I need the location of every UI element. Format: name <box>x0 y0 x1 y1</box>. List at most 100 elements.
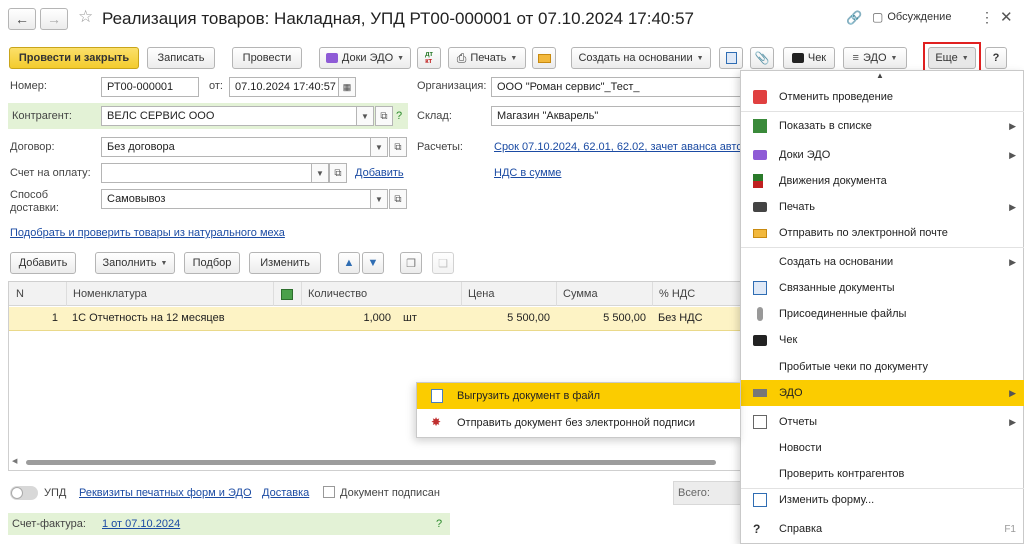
post-button[interactable]: Провести <box>232 47 302 69</box>
more-menu-item[interactable]: Пробитые чеки по документу <box>741 354 1024 380</box>
row-item: 1С Отчетность на 12 месяцев <box>72 312 225 324</box>
edo-button[interactable]: ≡ ЭДО ▼ <box>843 47 907 69</box>
more-menu-item[interactable]: Доки ЭДО ▶ <box>741 142 1024 168</box>
col-header-n[interactable]: N <box>10 282 60 306</box>
invoice-open-button[interactable]: ⧉ <box>329 163 347 183</box>
col-header-vat[interactable]: % НДС <box>652 282 740 306</box>
help-icon: ? <box>753 522 761 536</box>
col-header-qty[interactable]: Количество <box>301 282 461 306</box>
scroll-left-icon[interactable]: ◀ <box>12 457 17 465</box>
delivery-field[interactable]: Самовывоз <box>101 189 373 209</box>
pick-button[interactable]: Подбор <box>184 252 240 274</box>
more-menu-item[interactable]: ? Справка F1 <box>741 516 1024 542</box>
date-field[interactable]: 07.10.2024 17:40:57 <box>229 77 339 97</box>
invoice-help-icon[interactable]: ? <box>436 518 442 530</box>
organization-label: Организация: <box>417 80 487 92</box>
scrollbar-thumb[interactable] <box>26 460 716 465</box>
more-menu-item[interactable]: Чек <box>741 327 1024 353</box>
open-icon: ⧉ <box>394 193 402 205</box>
more-menu-item[interactable]: Отменить проведение <box>741 84 1024 110</box>
check-button[interactable]: Чек <box>783 47 835 69</box>
invoice-bar-link[interactable]: 1 от 07.10.2024 <box>102 518 180 530</box>
more-menu-item[interactable]: Проверить контрагентов <box>741 461 1024 487</box>
linked-docs-button[interactable] <box>719 47 743 69</box>
email-button[interactable] <box>532 47 556 69</box>
menu-scroll-up-icon[interactable]: ▲ <box>876 71 884 80</box>
more-menu-item-label: Проверить контрагентов <box>779 468 905 480</box>
print-button[interactable]: ⎙ Печать ▼ <box>448 47 526 69</box>
fur-goods-link[interactable]: Подобрать и проверить товары из натураль… <box>10 227 285 239</box>
cash-register-icon <box>791 53 804 63</box>
more-menu-item[interactable]: Присоединенные файлы <box>741 301 1024 327</box>
change-button[interactable]: Изменить <box>249 252 321 274</box>
more-menu-item[interactable]: ЭДО ▶ <box>741 380 1024 406</box>
contract-dropdown[interactable]: ▼ <box>370 137 388 157</box>
submenu-item-export[interactable]: Выгрузить документ в файл <box>417 383 740 409</box>
more-menu-item[interactable]: Связанные документы <box>741 275 1024 301</box>
printer-icon <box>753 202 767 212</box>
chevron-down-icon: ▼ <box>316 168 324 178</box>
save-button[interactable]: Записать <box>147 47 215 69</box>
back-button[interactable]: ← <box>8 8 36 30</box>
linked-docs-icon <box>753 281 767 295</box>
vat-link[interactable]: НДС в сумме <box>494 167 561 179</box>
help-button[interactable]: ? <box>985 47 1007 69</box>
copy-rows-button[interactable]: ❐ <box>400 252 422 274</box>
delivery-link[interactable]: Доставка <box>262 487 309 499</box>
create-based-button[interactable]: Создать на основании ▼ <box>571 47 711 69</box>
paste-rows-button[interactable]: ❏ <box>432 252 454 274</box>
more-button[interactable]: Еще ▼ <box>928 47 976 69</box>
more-menu-item[interactable]: Показать в списке ▶ <box>741 113 1024 139</box>
horizontal-scrollbar[interactable]: ◀ <box>12 457 737 467</box>
contract-open-button[interactable]: ⧉ <box>389 137 407 157</box>
move-up-button[interactable]: ▲ <box>338 252 360 274</box>
calendar-button[interactable]: ▦ <box>338 77 356 97</box>
attachments-button[interactable]: 📎 <box>750 47 774 69</box>
invoice-field[interactable] <box>101 163 313 183</box>
forward-button[interactable]: → <box>40 8 68 30</box>
post-and-close-button[interactable]: Провести и закрыть <box>9 47 139 69</box>
link-icon[interactable]: 🔗 <box>846 10 862 26</box>
number-field[interactable]: РТ00-000001 <box>101 77 199 97</box>
more-menu-item[interactable]: Печать ▶ <box>741 194 1024 220</box>
add-row-button[interactable]: Добавить <box>10 252 76 274</box>
col-header-marking[interactable] <box>273 282 300 306</box>
docs-edo-button[interactable]: Доки ЭДО ▼ <box>319 47 411 69</box>
counterparty-dropdown[interactable]: ▼ <box>356 106 374 126</box>
dt-kt-button[interactable]: дт кт <box>417 47 441 69</box>
signed-checkbox[interactable] <box>323 486 335 498</box>
delivery-dropdown[interactable]: ▼ <box>370 189 388 209</box>
window-menu-icon[interactable]: ⋮ <box>980 9 994 26</box>
col-header-sum[interactable]: Сумма <box>556 282 652 306</box>
submenu-item-send-unsigned[interactable]: ✸ Отправить документ без электронной под… <box>417 410 740 436</box>
organization-field[interactable]: ООО "Роман сервис"_Тест_ <box>491 77 741 97</box>
more-menu-item[interactable]: Изменить форму... <box>741 487 1024 513</box>
more-menu-item[interactable]: Создать на основании ▶ <box>741 249 1024 275</box>
row-sum: 5 500,00 <box>603 312 646 324</box>
more-menu-item[interactable]: Отправить по электронной почте <box>741 220 1024 246</box>
col-header-item[interactable]: Номенклатура <box>66 282 271 306</box>
contract-field[interactable]: Без договора <box>101 137 373 157</box>
warehouse-field[interactable]: Магазин "Акварель" <box>491 106 741 126</box>
counterparty-help-icon[interactable]: ? <box>396 110 402 122</box>
invoice-dropdown[interactable]: ▼ <box>311 163 329 183</box>
favorite-star-icon[interactable]: ☆ <box>78 7 93 27</box>
upd-toggle[interactable] <box>10 486 38 500</box>
discussion-button[interactable]: ▢ Обсуждение <box>872 10 951 24</box>
col-header-price[interactable]: Цена <box>461 282 556 306</box>
delivery-open-button[interactable]: ⧉ <box>389 189 407 209</box>
close-icon[interactable]: ✕ <box>1000 8 1013 26</box>
submenu-item-send-unsigned-label: Отправить документ без электронной подпи… <box>457 417 696 429</box>
more-menu-item[interactable]: Движения документа <box>741 168 1024 194</box>
more-menu-item[interactable]: Новости <box>741 435 1024 461</box>
invoice-add-link[interactable]: Добавить <box>355 167 404 179</box>
shortcut-label: F1 <box>1004 523 1016 535</box>
counterparty-field[interactable]: ВЕЛС СЕРВИС ООО <box>101 106 373 126</box>
print-forms-link[interactable]: Реквизиты печатных форм и ЭДО <box>79 487 252 499</box>
printer-icon: ⎙ <box>456 50 467 65</box>
settlements-link[interactable]: Срок 07.10.2024, 62.01, 62.02, зачет ава… <box>494 141 740 153</box>
more-menu-item[interactable]: Отчеты ▶ <box>741 409 1024 435</box>
fill-button[interactable]: Заполнить ▼ <box>95 252 175 274</box>
move-down-button[interactable]: ▼ <box>362 252 384 274</box>
counterparty-open-button[interactable]: ⧉ <box>375 106 393 126</box>
